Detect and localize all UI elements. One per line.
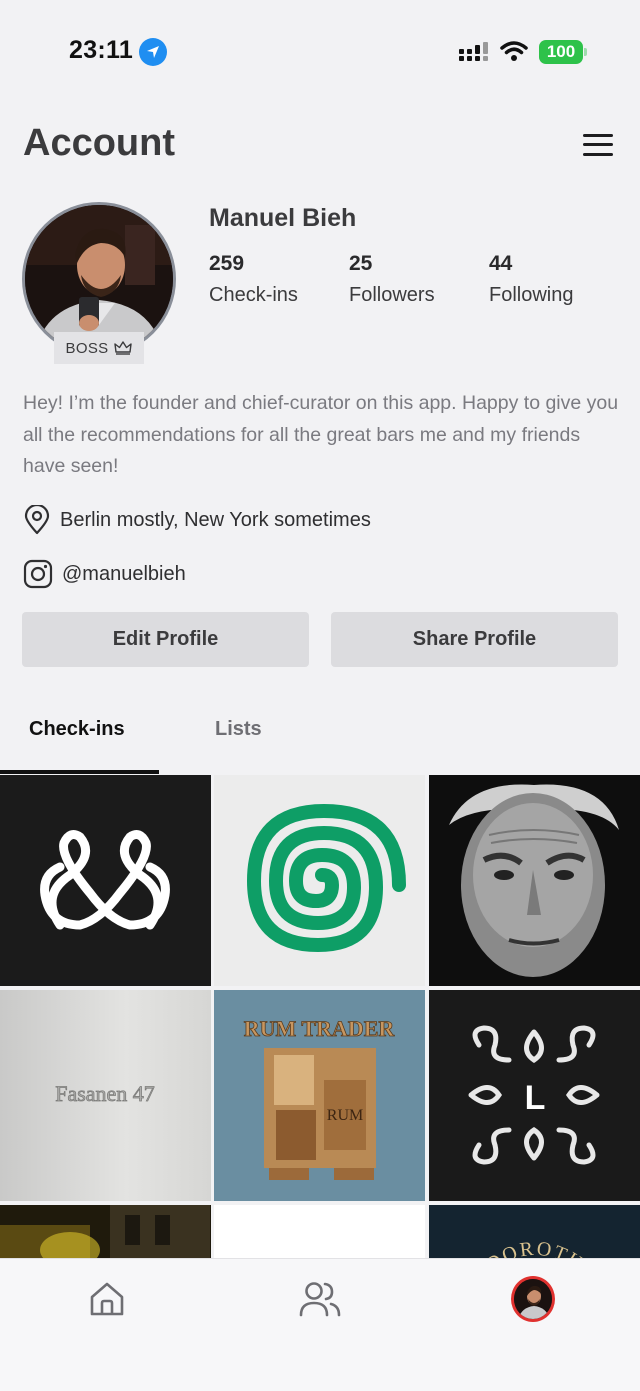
hamburger-icon[interactable] [583,132,613,158]
grid-tile-green-spiral-logo[interactable] [214,775,425,986]
stat-followers[interactable]: 25 Followers [349,252,435,307]
stat-value: 44 [489,252,513,275]
location-row: Berlin mostly, New York sometimes [23,505,371,535]
home-icon[interactable] [85,1277,129,1321]
status-time: 23:11 [69,36,134,64]
friends-icon[interactable] [298,1277,342,1321]
stat-value: 25 [349,252,373,275]
profile-avatar-small [511,1276,555,1322]
boss-badge: BOSS [54,332,144,364]
stat-label: Check-ins [209,284,298,306]
status-bar: 23:11 100 [0,0,640,100]
location-arrow-icon [139,38,167,66]
stat-label: Followers [349,284,435,306]
grid-tile-ampersand-logo[interactable] [0,775,211,986]
grid-tile-rum-trader-sign[interactable]: RUM TRADER RUM [214,990,425,1201]
wifi-icon [500,41,528,61]
battery-tip [584,48,587,56]
crown-icon [114,341,133,355]
page-title: Account [23,122,175,164]
instagram-icon [23,559,53,589]
edit-profile-button[interactable]: Edit Profile [22,612,309,667]
map-pin-icon [24,505,50,535]
stat-value: 259 [209,252,245,275]
profile-tabs: Check-ins Lists [0,690,640,774]
grid-tile-l-monogram-logo[interactable]: L [429,990,640,1201]
profile-avatar-tab[interactable] [511,1276,555,1322]
location-text: Berlin mostly, New York sometimes [60,508,371,531]
bottom-navigation [0,1258,640,1391]
tab-checkins[interactable]: Check-ins [29,718,125,741]
rum-bottle-text: RUM [327,1107,363,1124]
active-tab-indicator [0,770,159,774]
fasanen-47-text: Fasanen 47 [55,1081,155,1106]
instagram-row[interactable]: @manuelbieh [23,559,186,589]
cellular-signal-icon [459,42,488,61]
boss-badge-label: BOSS [65,339,109,357]
share-profile-button[interactable]: Share Profile [331,612,618,667]
profile-bio: Hey! I’m the founder and chief-curator o… [23,392,619,477]
stat-label: Following [489,284,574,306]
grid-tile-fasanen-47-sign[interactable]: Fasanen 47 [0,990,211,1201]
l-monogram-text: L [525,1079,546,1117]
stat-checkins[interactable]: 259 Check-ins [209,252,298,307]
stat-following[interactable]: 44 Following [489,252,573,307]
instagram-handle[interactable]: @manuelbieh [62,563,186,586]
battery-indicator: 100 [539,40,583,64]
grid-tile-portrait-photo[interactable] [429,775,640,986]
profile-name: Manuel Bieh [209,204,357,232]
rum-trader-text: RUM TRADER [244,1016,396,1041]
tab-lists[interactable]: Lists [215,718,262,741]
